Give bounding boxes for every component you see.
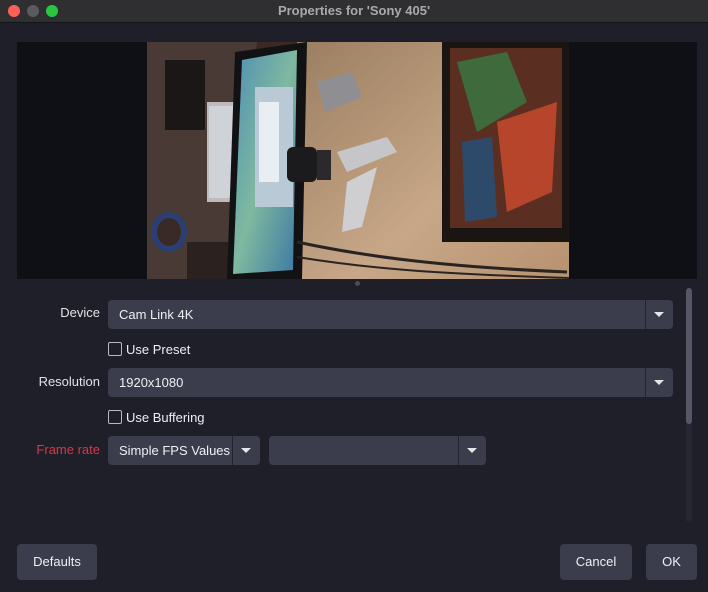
chevron-down-icon [241,448,251,453]
defaults-button[interactable]: Defaults [17,544,97,580]
video-preview [17,42,697,279]
chevron-down-icon [654,380,664,385]
frame-rate-mode-select[interactable]: Simple FPS Values [108,436,260,465]
chevron-down-icon [467,448,477,453]
device-value: Cam Link 4K [119,307,194,322]
cancel-button[interactable]: Cancel [560,544,632,580]
frame-rate-label: Frame rate [36,442,100,457]
use-preset-label: Use Preset [126,342,191,357]
device-select[interactable]: Cam Link 4K [108,300,673,329]
preview-resize-handle[interactable] [355,281,360,286]
use-buffering-label: Use Buffering [126,410,205,425]
camera-preview-image [147,42,569,279]
scrollbar-thumb[interactable] [686,288,692,424]
use-buffering-checkbox[interactable] [108,410,122,424]
frame-rate-mode-value: Simple FPS Values [119,443,231,458]
window-title: Properties for 'Sony 405' [277,3,431,18]
resolution-select[interactable]: 1920x1080 [108,368,673,397]
frame-rate-value-select[interactable] [269,436,486,465]
use-preset-checkbox[interactable] [108,342,122,356]
resolution-value: 1920x1080 [119,375,184,390]
title-bar: Properties for 'Sony 405' [0,0,708,23]
ok-button[interactable]: OK [646,544,697,580]
device-label: Device [60,305,100,320]
resolution-label: Resolution [38,374,100,389]
chevron-down-icon [654,312,664,317]
